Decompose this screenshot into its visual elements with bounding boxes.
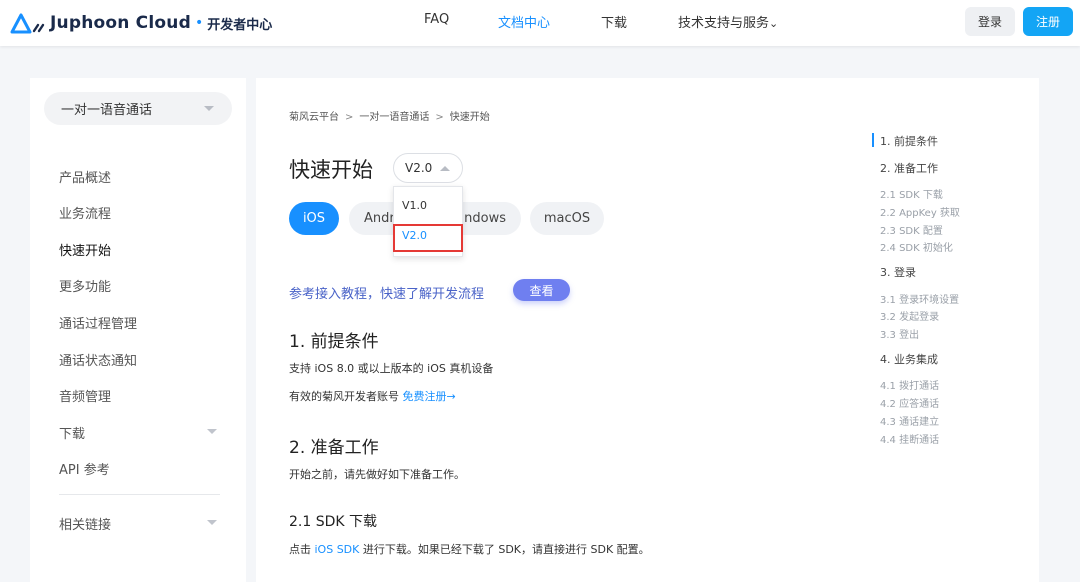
sidebar-divider <box>59 494 220 495</box>
main-content: 菊风云平台 > 一对一语音通话 > 快速开始 快速开始 V2.0 iOS Andr in… <box>256 78 1039 582</box>
paragraph: 支持 iOS 8.0 或以上版本的 iOS 真机设备 <box>289 362 494 375</box>
nav-download[interactable]: 下载 <box>601 12 627 31</box>
nav-docs[interactable]: 文档中心 <box>498 12 550 31</box>
version-select-value: V2.0 <box>405 161 433 175</box>
register-link[interactable]: 免费注册→ <box>403 390 456 403</box>
breadcrumb-item[interactable]: 一对一语音通话 <box>359 112 429 123</box>
sidebar-item-flow[interactable]: 业务流程 <box>59 203 111 222</box>
top-navbar: Juphoon Cloud • 开发者中心 FAQ 文档中心 下载 技术支持与服… <box>0 0 1080 46</box>
sidebar-item-call-status[interactable]: 通话状态通知 <box>59 350 137 369</box>
toc-item[interactable]: 3.3 登出 <box>880 326 919 341</box>
sidebar: 一对一语音通话 产品概述 业务流程 快速开始 更多功能 通话过程管理 通话状态通… <box>30 78 246 582</box>
section-title: 2. 准备工作 <box>289 438 379 458</box>
subsection-title: 2.1 SDK 下载 <box>289 514 378 530</box>
toc-item[interactable]: 2.3 SDK 配置 <box>880 222 943 237</box>
version-select[interactable]: V2.0 <box>393 153 463 183</box>
paragraph: 点击 iOS SDK 进行下载。如果已经下载了 SDK，请直接进行 SDK 配置… <box>289 541 650 557</box>
toc-item[interactable]: 2.2 AppKey 获取 <box>880 204 960 219</box>
logo[interactable]: Juphoon Cloud • 开发者中心 <box>10 9 272 37</box>
toc-item[interactable]: 4.4 挂断通话 <box>880 431 939 446</box>
caret-down-icon <box>207 429 217 434</box>
paragraph: 开始之前，请先做好如下准备工作。 <box>289 468 465 481</box>
sidebar-item-download[interactable]: 下载 <box>59 423 85 442</box>
toc-item[interactable]: 2. 准备工作 <box>880 160 938 176</box>
page-title: 快速开始 <box>289 158 373 182</box>
nav-support-label: 技术支持与服务 <box>678 16 770 31</box>
breadcrumb-item[interactable]: 菊风云平台 <box>289 112 339 123</box>
toc-item[interactable]: 2.4 SDK 初始化 <box>880 239 953 254</box>
section-title: 1. 前提条件 <box>289 332 379 352</box>
version-option-v1[interactable]: V1.0 <box>402 199 427 212</box>
caret-down-icon <box>204 106 214 111</box>
breadcrumb: 菊风云平台 > 一对一语音通话 > 快速开始 <box>289 108 490 123</box>
caret-down-icon <box>207 520 217 525</box>
sidebar-item-quickstart[interactable]: 快速开始 <box>59 240 111 259</box>
product-select-value: 一对一语音通话 <box>61 103 153 118</box>
breadcrumb-item: 快速开始 <box>449 112 490 123</box>
logo-icon <box>10 13 45 34</box>
nav-support[interactable]: 技术支持与服务⌄ <box>678 12 778 31</box>
brand-subtitle: 开发者中心 <box>207 17 273 33</box>
tutorial-link-text[interactable]: 参考接入教程，快速了解开发流程 <box>289 283 484 302</box>
sidebar-item-api[interactable]: API 参考 <box>59 459 110 478</box>
product-select[interactable]: 一对一语音通话 <box>44 92 232 125</box>
sidebar-item-features[interactable]: 更多功能 <box>59 276 111 295</box>
toc-item[interactable]: 2.1 SDK 下载 <box>880 186 943 201</box>
toc-item[interactable]: 4.1 拨打通话 <box>880 377 939 392</box>
breadcrumb-separator: > <box>345 112 354 123</box>
paragraph: 有效的菊风开发者账号 免费注册→ <box>289 388 456 404</box>
login-button[interactable]: 登录 <box>965 7 1015 36</box>
toc-active-indicator <box>872 133 874 147</box>
chevron-down-icon: ⌄ <box>769 17 779 30</box>
sidebar-item-overview[interactable]: 产品概述 <box>59 167 111 186</box>
version-dropdown: V1.0 V2.0 <box>393 186 463 257</box>
tab-ios[interactable]: iOS <box>289 202 339 235</box>
highlight-box <box>393 224 463 252</box>
breadcrumb-separator: > <box>435 112 444 123</box>
sidebar-item-audio[interactable]: 音频管理 <box>59 386 111 405</box>
toc-item[interactable]: 4.2 应答通话 <box>880 395 939 410</box>
toc-item[interactable]: 1. 前提条件 <box>880 133 938 149</box>
caret-up-icon <box>440 166 450 171</box>
toc-item[interactable]: 3.2 发起登录 <box>880 308 939 323</box>
toc-item[interactable]: 3. 登录 <box>880 264 916 280</box>
brand-dot: • <box>194 15 204 31</box>
toc-item[interactable]: 3.1 登录环境设置 <box>880 291 959 306</box>
register-button[interactable]: 注册 <box>1023 7 1073 36</box>
nav-faq[interactable]: FAQ <box>424 12 449 27</box>
brand-name: Juphoon Cloud <box>50 13 191 33</box>
view-button[interactable]: 查看 <box>513 279 570 301</box>
tab-macos[interactable]: macOS <box>530 202 604 235</box>
sidebar-item-links[interactable]: 相关链接 <box>59 514 111 533</box>
toc-item[interactable]: 4. 业务集成 <box>880 351 938 367</box>
paragraph-text: 点击 <box>289 543 315 556</box>
paragraph-text: 进行下载。如果已经下载了 SDK，请直接进行 SDK 配置。 <box>359 543 650 556</box>
toc-item[interactable]: 4.3 通话建立 <box>880 413 939 428</box>
paragraph-text: 有效的菊风开发者账号 <box>289 390 403 403</box>
ios-sdk-link[interactable]: iOS SDK <box>315 543 360 556</box>
sidebar-item-call-mgmt[interactable]: 通话过程管理 <box>59 313 137 332</box>
